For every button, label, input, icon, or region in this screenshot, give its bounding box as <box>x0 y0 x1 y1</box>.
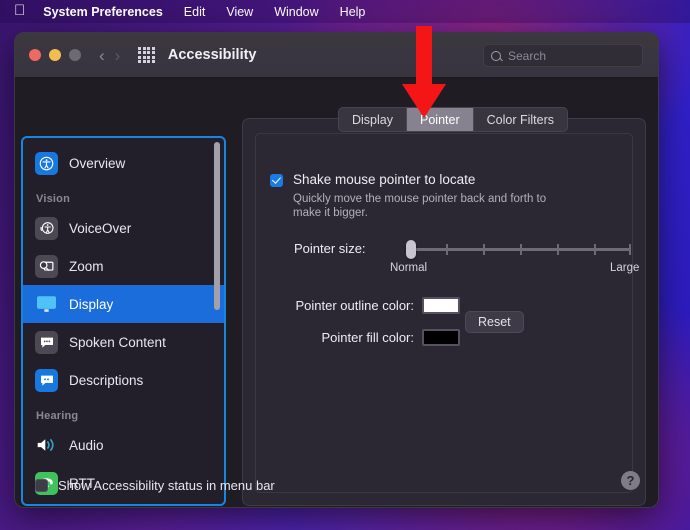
back-button[interactable]: ‹ <box>99 47 105 64</box>
shake-pointer-description: Quickly move the mouse pointer back and … <box>293 193 547 219</box>
menu-item-window[interactable]: Window <box>274 5 318 19</box>
sidebar: Overview Vision VoiceOver Zoom Display S… <box>21 136 226 506</box>
sidebar-item-voiceover[interactable]: VoiceOver <box>23 209 224 247</box>
descriptions-bubble-icon <box>35 368 58 392</box>
pointer-fill-color-row: Pointer fill color: <box>254 330 414 345</box>
accessibility-icon <box>35 151 58 175</box>
display-monitor-icon <box>35 293 58 316</box>
sidebar-scrollbar-thumb[interactable] <box>214 142 220 310</box>
search-placeholder: Search <box>508 48 547 63</box>
tab-bar: Display Pointer Color Filters <box>338 107 568 132</box>
sidebar-item-display[interactable]: Display <box>23 285 224 323</box>
sidebar-item-label: Audio <box>69 437 104 453</box>
sidebar-item-label: Overview <box>69 155 126 171</box>
pointer-size-slider[interactable] <box>409 244 631 255</box>
pointer-outline-color-row: Pointer outline color: <box>254 298 414 313</box>
help-button[interactable]: ? <box>621 471 640 490</box>
menu-item-system-preferences[interactable]: System Preferences <box>43 5 163 19</box>
tab-color-filters[interactable]: Color Filters <box>474 108 567 131</box>
sidebar-item-overview[interactable]: Overview <box>23 144 224 182</box>
sidebar-item-label: VoiceOver <box>69 220 132 236</box>
pointer-size-label: Pointer size: <box>294 241 366 256</box>
pointer-size-max-label: Large <box>610 262 640 274</box>
pointer-settings-panel: Display Pointer Color Filters Shake mous… <box>242 107 646 506</box>
shake-pointer-row: Shake mouse pointer to locate Quickly mo… <box>270 173 573 220</box>
sidebar-item-descriptions[interactable]: Descriptions <box>23 361 224 399</box>
shake-pointer-text: Shake mouse pointer to locate Quickly mo… <box>293 173 573 220</box>
show-status-menubar-label: Show Accessibility status in menu bar <box>58 477 275 493</box>
window-body: Overview Vision VoiceOver Zoom Display S… <box>15 78 658 507</box>
sidebar-item-label: Spoken Content <box>69 334 166 350</box>
sidebar-section-hearing: Hearing <box>36 410 79 422</box>
zoom-button[interactable] <box>69 49 81 61</box>
window-bottom-bar: Show Accessibility status in menu bar ? <box>15 462 658 507</box>
menu-item-view[interactable]: View <box>226 5 253 19</box>
menu-bar:  System Preferences Edit View Window He… <box>0 0 690 23</box>
sidebar-item-label: Zoom <box>69 258 104 274</box>
sidebar-section-vision: Vision <box>36 193 71 205</box>
minimize-button[interactable] <box>49 49 61 61</box>
voiceover-icon <box>35 216 58 240</box>
reset-button[interactable]: Reset <box>465 311 524 333</box>
sidebar-item-label: Display <box>69 296 114 312</box>
system-preferences-window: ‹ › Accessibility Search Overview Vision… <box>14 32 659 508</box>
apple-logo-icon[interactable]:  <box>14 3 25 18</box>
sidebar-item-spoken-content[interactable]: Spoken Content <box>23 323 224 361</box>
window-titlebar: ‹ › Accessibility Search <box>15 33 658 78</box>
shake-pointer-label: Shake mouse pointer to locate <box>293 172 476 187</box>
pointer-outline-color-label: Pointer outline color: <box>295 298 414 313</box>
search-icon <box>491 50 501 61</box>
show-all-grid-icon[interactable] <box>138 46 155 64</box>
forward-button[interactable]: › <box>115 47 121 64</box>
zoom-magnifier-icon <box>35 254 58 278</box>
sidebar-list: Overview Vision VoiceOver Zoom Display S… <box>23 138 224 504</box>
desktop:  System Preferences Edit View Window He… <box>0 0 690 530</box>
shake-pointer-checkbox[interactable] <box>270 174 283 187</box>
pointer-size-min-label: Normal <box>390 262 428 274</box>
menu-item-help[interactable]: Help <box>340 5 366 19</box>
pointer-fill-color-swatch[interactable] <box>422 329 460 346</box>
close-button[interactable] <box>29 49 41 61</box>
search-field[interactable]: Search <box>483 44 643 67</box>
sidebar-item-zoom[interactable]: Zoom <box>23 247 224 285</box>
menu-item-edit[interactable]: Edit <box>184 5 206 19</box>
pointer-fill-color-label: Pointer fill color: <box>321 330 414 345</box>
tab-pointer[interactable]: Pointer <box>407 108 474 131</box>
sidebar-item-audio[interactable]: Audio <box>23 426 224 464</box>
page-title: Accessibility <box>167 47 257 63</box>
pointer-outline-color-swatch[interactable] <box>422 297 460 314</box>
tab-display[interactable]: Display <box>339 108 407 131</box>
pointer-size-slider-thumb[interactable] <box>406 240 416 259</box>
speaker-icon <box>35 434 58 457</box>
speech-bubble-icon <box>35 330 58 354</box>
show-status-menubar-checkbox[interactable] <box>35 479 48 492</box>
sidebar-item-label: Descriptions <box>69 372 144 388</box>
